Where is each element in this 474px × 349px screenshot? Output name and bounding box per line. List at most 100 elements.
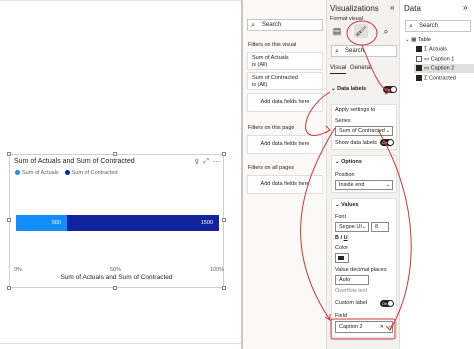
filter-card-contracted[interactable]: Sum of Contracted is (All) (247, 72, 323, 90)
legend-item-contracted[interactable]: Sum of Contracted (64, 170, 118, 176)
filter-card-actuals[interactable]: Sum of Actuals is (All) (247, 52, 323, 70)
tab-general[interactable]: General (350, 65, 371, 71)
search-placeholder: Search (345, 48, 365, 54)
resize-handle[interactable] (222, 218, 226, 222)
x-axis-title: Sum of Actuals and Sum of Contracted (60, 274, 173, 281)
bar-segment-contracted[interactable]: 1500 (67, 215, 219, 231)
field-item-contracted[interactable]: Σ Contracted (416, 75, 456, 81)
filters-on-page-header: Filters on this page (248, 125, 295, 131)
collapse-chevron-icon[interactable]: » (463, 3, 467, 12)
data-search-input[interactable]: ⌕ Search (405, 20, 471, 32)
font-family-value: Segoe UI (339, 224, 362, 230)
filter-card-state: is (All) (252, 82, 268, 88)
field-name: Caption 1 (430, 56, 455, 63)
color-picker[interactable] (335, 253, 349, 263)
font-size-value: 8 (375, 224, 379, 230)
build-visual-icon[interactable]: ▤ (330, 24, 344, 38)
collapse-chevron-icon[interactable]: » (390, 3, 394, 12)
custom-label-toggle[interactable]: On (380, 300, 394, 307)
page-bottom-line (0, 343, 241, 344)
tab-visual[interactable]: Visual (330, 65, 346, 71)
close-icon[interactable]: ✕ (380, 322, 384, 332)
checkbox-checked-icon[interactable] (416, 75, 422, 81)
add-visual-filter-well[interactable]: Add data fields here (247, 93, 323, 112)
visualizations-title: Visualizations (330, 4, 379, 13)
table-name: Table (417, 37, 431, 43)
field-item-caption-2[interactable]: ▭ Caption 2 (416, 65, 454, 71)
legend-item-actuals[interactable]: Sum of Actuals (15, 170, 59, 176)
field-label: Field (335, 313, 347, 319)
field-item-actuals[interactable]: Σ Actuals (416, 46, 447, 52)
font-size-stepper[interactable]: 8 (371, 222, 389, 232)
show-data-labels-toggle[interactable]: On (380, 139, 394, 146)
search-icon: ⌕ (251, 22, 255, 29)
visualizations-pane: Visualizations » Format visual ▤ 🖌 ⌕ ⌕ S… (327, 0, 400, 349)
legend-label: Sum of Contracted (71, 170, 118, 176)
x-tick-label: 0% (14, 267, 22, 273)
data-pane: Data » ⌕ Search ⌄ ▦ Table Σ Actuals ▭ Ca… (400, 0, 474, 349)
chevron-down-icon: ⌄ (385, 182, 390, 188)
values-section[interactable]: ⌄ Values (335, 202, 359, 208)
resize-handle[interactable] (7, 286, 11, 290)
decimal-places-label: Value decimal places (335, 267, 387, 273)
filters-pane: ⌕ Search Filters on this visual Sum of A… (243, 0, 327, 349)
series-dropdown[interactable]: Sum of Contracted ⌄ (335, 126, 393, 136)
field-item-caption-1[interactable]: ▭ Caption 1 (416, 56, 454, 62)
filter-icon[interactable]: ⊽ (194, 158, 199, 166)
add-page-filter-well[interactable]: Add data fields here (247, 135, 323, 154)
resize-handle[interactable] (113, 286, 117, 290)
series-selected-value: Sum of Contracted (339, 128, 385, 134)
field-well[interactable]: Caption 2 ✕ › (335, 321, 393, 333)
filters-all-pages-header: Filters on all pages (248, 165, 295, 171)
chevron-right-icon[interactable]: › (388, 322, 390, 332)
resize-handle[interactable] (113, 152, 117, 156)
search-icon: ⌕ (409, 23, 413, 30)
format-search-input[interactable]: ⌕ Search (331, 45, 397, 57)
checkbox-checked-icon[interactable] (416, 46, 422, 52)
text-field-icon: ▭ (424, 56, 431, 63)
format-visual-label: Format visual (330, 16, 364, 22)
filter-card-title: Sum of Contracted (252, 75, 298, 81)
analytics-icon[interactable]: ⌕ (379, 24, 393, 38)
legend-label: Sum of Actuals (22, 170, 59, 176)
add-all-pages-filter-well[interactable]: Add data fields here (247, 175, 323, 194)
data-labels-section[interactable]: ⌄ Data labels (331, 86, 366, 92)
filters-search-input[interactable]: ⌕ Search (247, 19, 323, 31)
resize-handle[interactable] (222, 152, 226, 156)
report-canvas[interactable]: Sum of Actuals and Sum of Contracted ⊽ ⤢… (0, 0, 243, 349)
data-label: 500 (51, 220, 61, 226)
format-visual-icon[interactable]: 🖌 (354, 24, 368, 38)
data-labels-toggle[interactable]: On (383, 86, 397, 93)
options-section[interactable]: ⌄ Options (335, 159, 362, 165)
table-node[interactable]: ⌄ ▦ Table (405, 37, 431, 43)
resize-handle[interactable] (7, 218, 11, 222)
format-buttons[interactable]: B I U (335, 235, 348, 241)
canvas-top-border (0, 0, 243, 1)
data-label: 1500 (200, 220, 213, 226)
field-value: Caption 2 (339, 324, 363, 330)
search-placeholder: Search (419, 23, 439, 29)
table-icon: ▦ (411, 37, 418, 43)
data-title: Data (404, 4, 421, 13)
search-placeholder: Search (262, 22, 282, 28)
font-family-dropdown[interactable]: Segoe UI ⌄ (335, 222, 369, 232)
position-dropdown[interactable]: Inside end ⌄ (335, 180, 393, 190)
options-card: ⌄ Options Position Inside end ⌄ (331, 155, 397, 193)
series-label: Series (335, 118, 351, 124)
x-tick-label: 100% (210, 267, 225, 273)
color-swatch (338, 256, 344, 260)
section-label: Values (341, 202, 359, 208)
position-selected-value: Inside end (339, 182, 365, 188)
resize-handle[interactable] (222, 286, 226, 290)
stacked-bar-visual[interactable]: Sum of Actuals and Sum of Contracted ⊽ ⤢… (7, 152, 226, 290)
position-label: Position (335, 172, 355, 178)
search-icon: ⌕ (335, 48, 339, 55)
checkbox-checked-icon[interactable] (416, 65, 422, 71)
show-data-labels-label: Show data labels (335, 140, 377, 146)
focus-mode-icon[interactable]: ⤢ (203, 158, 209, 166)
more-options-icon[interactable]: ⋯ (213, 158, 220, 166)
checkbox-unchecked-icon[interactable] (416, 56, 422, 62)
resize-handle[interactable] (7, 152, 11, 156)
bar-segment-actuals[interactable]: 500 (16, 215, 67, 231)
decimal-places-input[interactable]: Auto (335, 275, 369, 285)
